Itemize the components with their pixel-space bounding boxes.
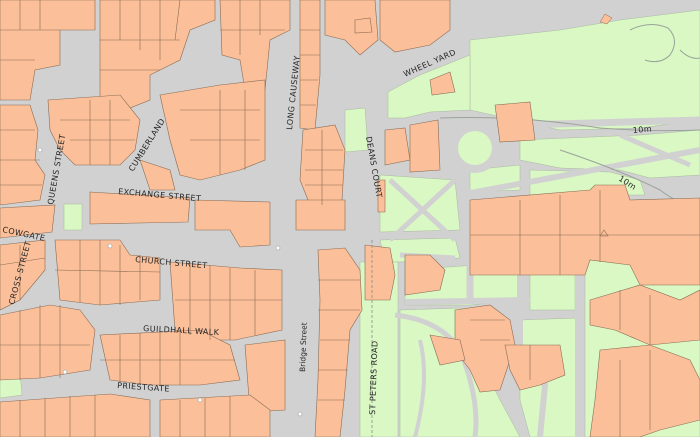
map-canvas: QUEENS STREET CUMBERLAND EXCHANGE STREET… [0,0,700,437]
label-bridge-street: Bridge Street [298,322,309,372]
map-view[interactable]: QUEENS STREET CUMBERLAND EXCHANGE STREET… [0,0,700,437]
roundabout-green [458,131,492,165]
label-contour-10m-a: 10m [632,124,652,135]
